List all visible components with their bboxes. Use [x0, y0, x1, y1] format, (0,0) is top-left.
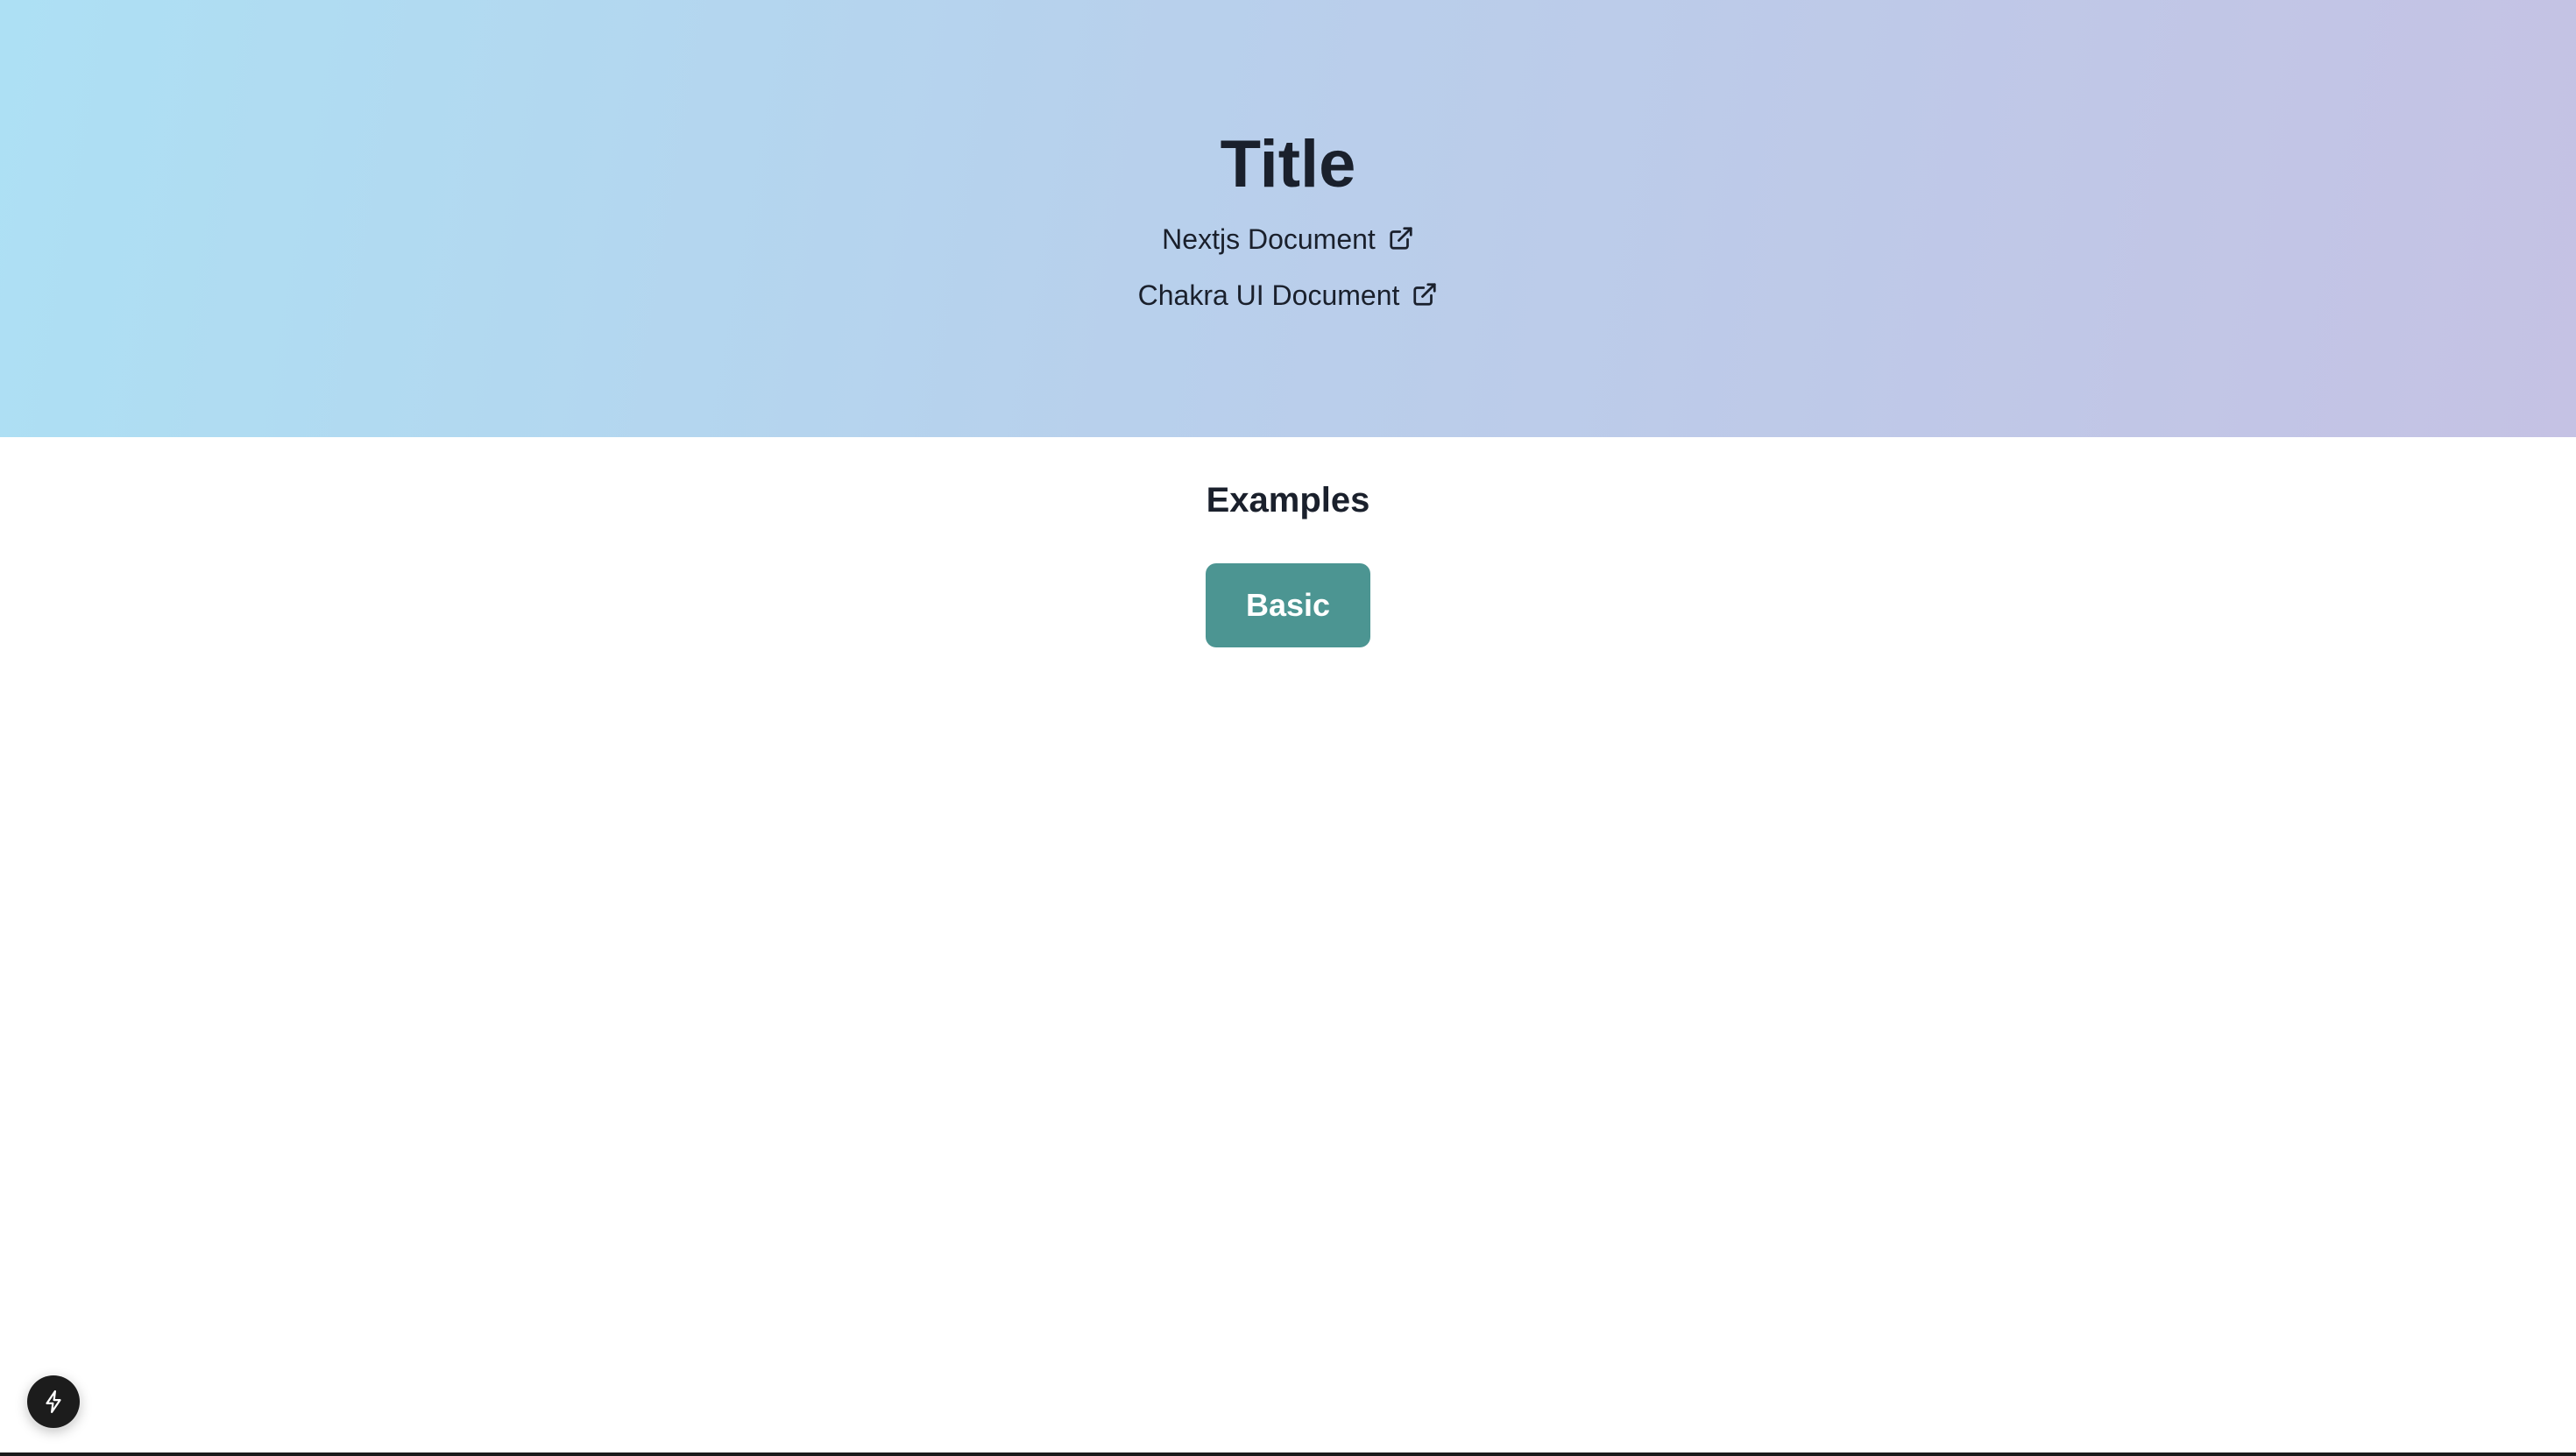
page-title: Title [1220, 127, 1356, 201]
chakra-ui-document-link-label: Chakra UI Document [1137, 279, 1400, 311]
external-link-icon [1412, 281, 1438, 307]
lightning-bolt-icon [40, 1389, 67, 1415]
nextjs-document-link-label: Nextjs Document [1162, 223, 1376, 255]
external-link-icon [1388, 225, 1414, 251]
hero-banner: Title Nextjs Document Chakra UI Document [0, 0, 2576, 437]
examples-heading: Examples [1206, 481, 1370, 519]
window-bottom-edge [0, 1452, 2576, 1456]
nextjs-document-link[interactable]: Nextjs Document [0, 219, 2576, 257]
nextjs-dev-indicator-button[interactable] [27, 1375, 80, 1428]
basic-example-button[interactable]: Basic [1206, 563, 1370, 647]
chakra-ui-document-link[interactable]: Chakra UI Document [0, 275, 2576, 313]
